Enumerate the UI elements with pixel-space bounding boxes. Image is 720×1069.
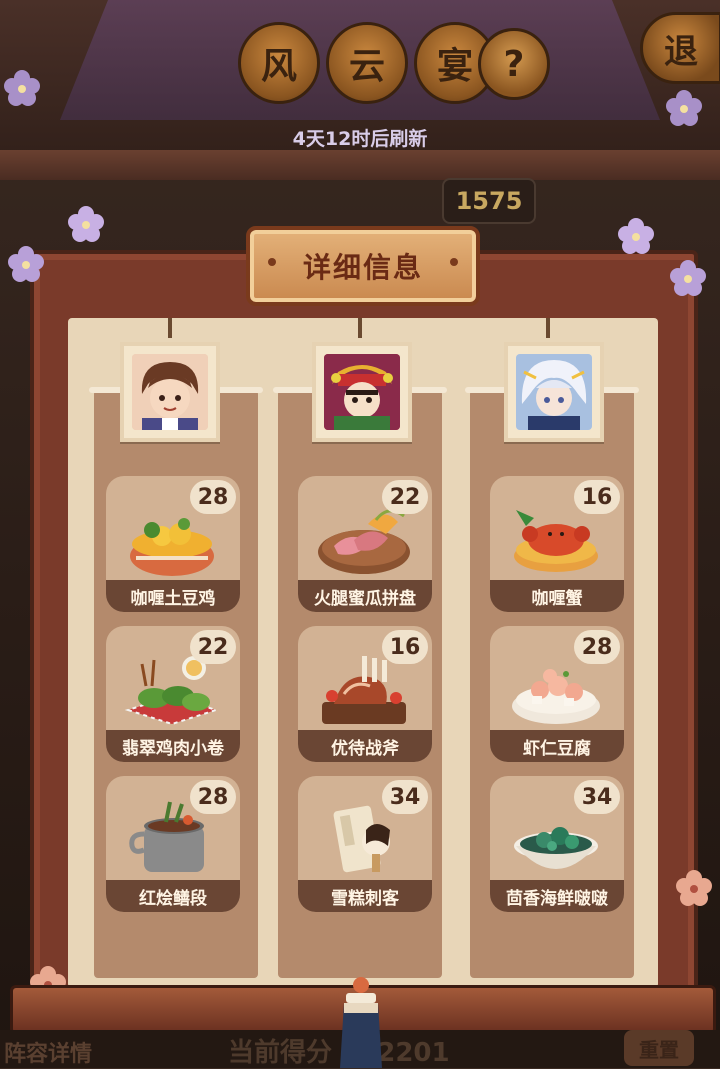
- help-button[interactable]: ?: [478, 28, 550, 100]
- dish-name: 咖喱土豆鸡: [106, 580, 240, 612]
- character-portrait-brown-hair-icon: [132, 354, 208, 430]
- dish-card[interactable]: 16 优待战斧: [298, 626, 432, 762]
- footer-right-button[interactable]: 重置: [624, 1030, 694, 1066]
- title-char-1: 风: [238, 22, 320, 104]
- dish-card[interactable]: 22 翡翠鸡肉小卷: [106, 626, 240, 762]
- dish-count-badge: 28: [574, 630, 620, 664]
- event-title: 风 云 宴: [238, 22, 496, 104]
- flower-decoration-icon: [68, 206, 104, 242]
- dish-card[interactable]: 28 虾仁豆腐: [490, 626, 624, 762]
- dish-count-badge: 22: [382, 480, 428, 514]
- flower-decoration-icon: [676, 870, 712, 906]
- dish-name: 雪糕刺客: [298, 880, 432, 912]
- flower-decoration-icon: [8, 246, 44, 282]
- dish-card[interactable]: 28 红烩鳝段: [106, 776, 240, 912]
- character-portrait-3[interactable]: [504, 342, 604, 442]
- dish-name: 翡翠鸡肉小卷: [106, 730, 240, 762]
- plaque-rivet: [268, 258, 276, 266]
- exit-button[interactable]: 退: [640, 12, 720, 84]
- background-beam: [0, 150, 720, 180]
- dish-count-badge: 16: [574, 480, 620, 514]
- dish-name: 红烩鳝段: [106, 880, 240, 912]
- flower-decoration-icon: [4, 70, 40, 106]
- dish-name: 茴香海鲜啵啵: [490, 880, 624, 912]
- dish-count-badge: 34: [574, 780, 620, 814]
- flower-decoration-icon: [618, 218, 654, 254]
- dish-count-badge: 28: [190, 780, 236, 814]
- plaque-rivet: [450, 258, 458, 266]
- character-portrait-2[interactable]: [312, 342, 412, 442]
- dish-name: 优待战斧: [298, 730, 432, 762]
- dish-card[interactable]: 34 雪糕刺客: [298, 776, 432, 912]
- dish-count-badge: 16: [382, 630, 428, 664]
- dish-count-badge: 22: [190, 630, 236, 664]
- hanging-string: [168, 318, 172, 338]
- character-portrait-1[interactable]: [120, 342, 220, 442]
- flower-decoration-icon: [666, 90, 702, 126]
- flower-decoration-icon: [670, 260, 706, 296]
- dish-count-badge: 28: [190, 480, 236, 514]
- panel-title: 详细信息: [302, 251, 423, 284]
- dish-card[interactable]: 22 火腿蜜瓜拼盘: [298, 476, 432, 612]
- panel-title-plaque: 详细信息: [246, 226, 480, 306]
- tassel-decoration-icon: [340, 977, 382, 1068]
- dish-card[interactable]: 16 咖喱蟹: [490, 476, 624, 612]
- dish-name: 虾仁豆腐: [490, 730, 624, 762]
- dish-name: 咖喱蟹: [490, 580, 624, 612]
- hanging-string: [546, 318, 550, 338]
- lineup-details-button[interactable]: 阵容详情: [4, 1036, 92, 1068]
- dish-name: 火腿蜜瓜拼盘: [298, 580, 432, 612]
- hanging-string: [358, 318, 362, 338]
- dish-count-badge: 34: [382, 780, 428, 814]
- dish-card[interactable]: 34 茴香海鲜啵啵: [490, 776, 624, 912]
- title-char-2: 云: [326, 22, 408, 104]
- dish-card[interactable]: 28 咖喱土豆鸡: [106, 476, 240, 612]
- character-portrait-opera-mask-icon: [324, 354, 400, 430]
- refresh-countdown: 4天12时后刷新: [292, 128, 428, 150]
- character-portrait-white-hair-icon: [516, 354, 592, 430]
- score-display: 1575: [442, 178, 536, 224]
